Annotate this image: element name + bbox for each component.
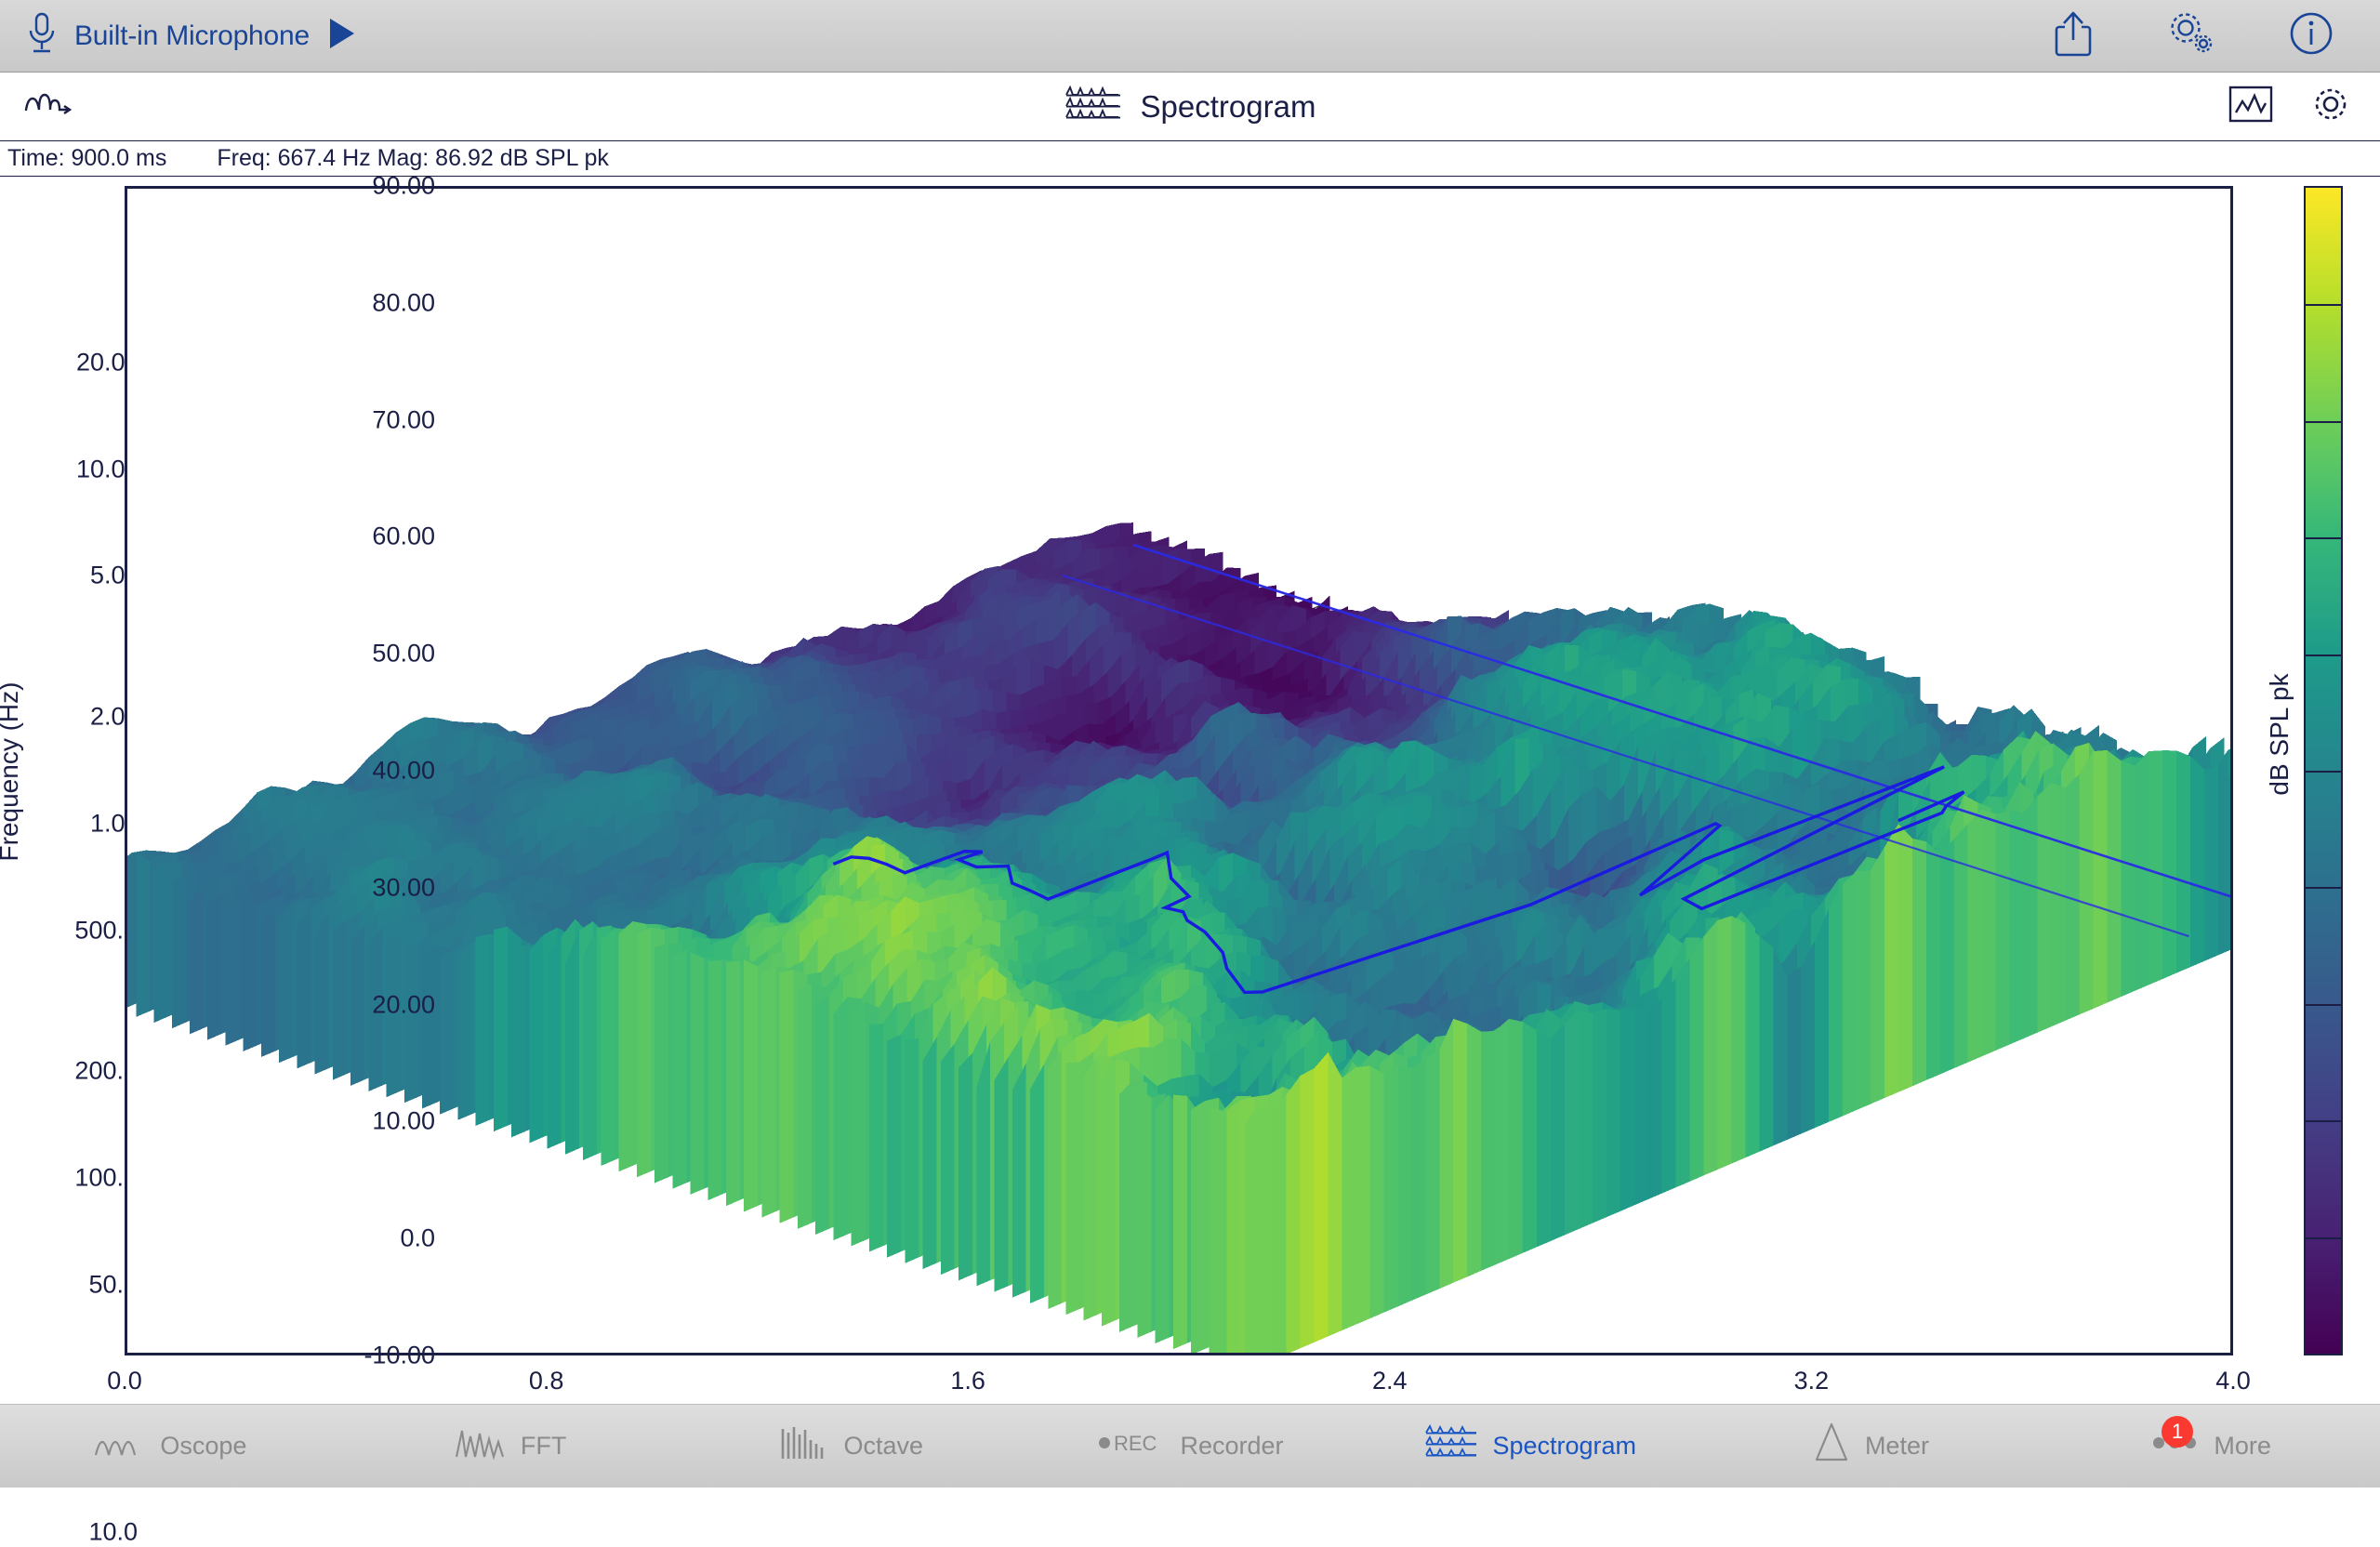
waveform-trigger-button[interactable] [0, 86, 74, 127]
tab-fft[interactable]: FFT [340, 1405, 681, 1488]
waterfall-3d-plot[interactable] [125, 186, 2233, 1355]
play-icon[interactable] [326, 17, 358, 55]
colorbar-tick: 10.00 [100, 1107, 435, 1136]
colorbar-tickmark [2306, 1004, 2341, 1006]
spectrogram-icon [1064, 84, 1122, 131]
colorbar-tick: -10.00 [100, 1342, 435, 1370]
bar-spectrum-icon [777, 1423, 831, 1469]
x-axis-tick: 3.2 [1794, 1367, 1830, 1395]
tab-label: FFT [521, 1432, 566, 1461]
audio-source-selector[interactable]: Built-in Microphone [0, 12, 358, 60]
topbar-actions [2053, 9, 2380, 62]
sine-wave-icon [93, 1423, 147, 1469]
svg-text:REC: REC [1114, 1432, 1157, 1455]
view-title-group: Spectrogram [0, 73, 2380, 141]
surface-traces [127, 522, 2230, 1353]
y-axis-tick: 500.0 [0, 916, 138, 945]
colorbar-tick: 50.00 [100, 640, 435, 668]
tab-label: Spectrogram [1492, 1432, 1636, 1461]
colorbar-label: dB SPL pk [2265, 673, 2294, 795]
gear-icon[interactable] [2309, 83, 2352, 130]
bottom-tab-bar: Oscope FFT Octave REC Recorder Spectrogram Met… [0, 1404, 2380, 1488]
x-axis-tick: 1.6 [950, 1367, 985, 1395]
tab-octave[interactable]: Octave [680, 1405, 1020, 1488]
tab-more[interactable]: More 1 [2040, 1405, 2380, 1488]
colorbar-tick: 0.0 [100, 1224, 435, 1253]
colorbar-tick: 90.00 [100, 172, 435, 201]
y-axis-tick: 5.0k [0, 562, 138, 590]
colorbar-tickmark [2306, 1120, 2341, 1122]
x-axis-tick: 4.0 [2215, 1367, 2251, 1395]
colorbar-tickmark [2306, 887, 2341, 889]
x-axis-tick: 0.8 [529, 1367, 564, 1395]
tab-badge: 1 [2162, 1416, 2193, 1448]
view-toolbar-actions [2228, 83, 2380, 130]
y-axis-tick: 2.0k [0, 703, 138, 732]
tab-oscope[interactable]: Oscope [0, 1405, 340, 1488]
colorbar-tickmark [2306, 421, 2341, 423]
colorbar-tick: 40.00 [100, 757, 435, 786]
tab-meter[interactable]: Meter [1700, 1405, 2041, 1488]
audio-source-label: Built-in Microphone [74, 20, 310, 52]
fft-peaks-icon [454, 1423, 508, 1469]
rec-dot-icon: REC [1096, 1426, 1167, 1466]
waveform-trigger-icon [22, 86, 74, 127]
y-axis-tick: 1.0k [0, 809, 138, 838]
chart-in-box-icon[interactable] [2228, 84, 2274, 129]
tab-spectrogram[interactable]: Spectrogram [1360, 1405, 1700, 1488]
share-icon[interactable] [2053, 9, 2094, 62]
colorbar-tickmark [2306, 654, 2341, 656]
microphone-icon [26, 12, 58, 60]
colorbar-tickmark [2306, 304, 2341, 306]
settings-gears-icon[interactable] [2166, 9, 2216, 62]
y-axis-tick: 20.0k [0, 349, 138, 377]
tab-label: More [2214, 1432, 2271, 1461]
y-axis-tick: 10.0k [0, 455, 138, 483]
spectrogram-icon [1423, 1422, 1479, 1470]
x-axis-tick: 2.4 [1372, 1367, 1408, 1395]
colorbar-tick: 70.00 [100, 405, 435, 434]
readout-time: Time: 900.0 ms [0, 145, 166, 172]
colorbar-tick: 80.00 [100, 288, 435, 317]
top-navigation-bar: Built-in Microphone [0, 0, 2380, 73]
info-icon[interactable] [2289, 11, 2334, 60]
tab-recorder[interactable]: REC Recorder [1020, 1405, 1360, 1488]
x-axis-tick: 0.0 [107, 1367, 142, 1395]
colorbar-tickmark [2306, 1237, 2341, 1239]
meter-flask-icon [1811, 1421, 1852, 1472]
y-axis-tick: 200.0 [0, 1057, 138, 1086]
view-title: Spectrogram [1141, 89, 1316, 125]
colorbar-tickmark [2306, 537, 2341, 539]
readout-freq-mag: Freq: 667.4 Hz Mag: 86.92 dB SPL pk [166, 145, 609, 172]
view-toolbar: Spectrogram [0, 73, 2380, 141]
waterfall-surface-svg [127, 189, 2230, 1353]
tab-label: Octave [844, 1432, 924, 1461]
colorbar-tickmark [2306, 771, 2341, 773]
colorbar-tick: 30.00 [100, 873, 435, 902]
y-axis-tick: 50.0 [0, 1270, 138, 1299]
tab-label: Oscope [160, 1432, 246, 1461]
tab-label: Recorder [1180, 1432, 1283, 1461]
colorbar-tick: 20.00 [100, 990, 435, 1019]
colorbar-tick: 60.00 [100, 522, 435, 551]
y-axis-tick: 10.0 [0, 1518, 138, 1547]
y-axis-tick: 100.0 [0, 1163, 138, 1192]
tab-label: Meter [1865, 1432, 1929, 1461]
colorbar [2304, 186, 2343, 1355]
